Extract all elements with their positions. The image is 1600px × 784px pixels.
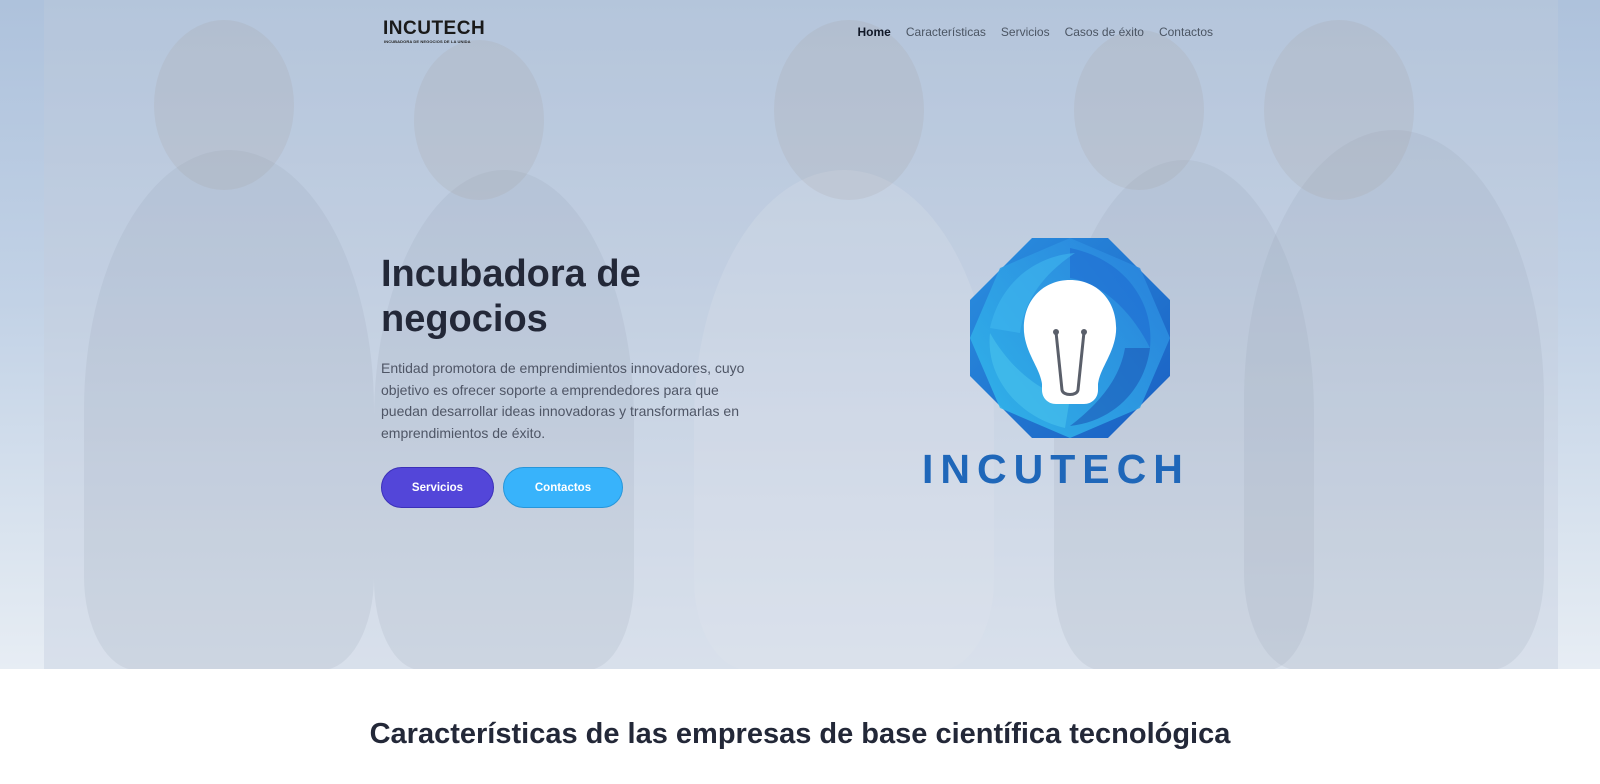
hero-background-photo: [44, 0, 1558, 669]
section-title-caracteristicas: Características de las empresas de base …: [369, 718, 1231, 750]
hero-title: Incubadora de negocios: [381, 253, 641, 340]
contactos-button[interactable]: Contactos: [503, 467, 623, 508]
logo-text: INCUTECH: [383, 18, 486, 39]
lightbulb-icon: [970, 238, 1170, 438]
nav-item-casos-de-exito[interactable]: Casos de éxito: [1065, 24, 1144, 40]
main-menu: Home Características Servicios Casos de …: [858, 24, 1213, 40]
servicios-button[interactable]: Servicios: [381, 467, 494, 508]
top-navigation: INCUTECH INCUBADORA DE NEGOCIOS DE LA UN…: [0, 0, 1600, 64]
nav-item-servicios[interactable]: Servicios: [1001, 24, 1050, 40]
logo-tagline: INCUBADORA DE NEGOCIOS DE LA UNIDA: [384, 39, 471, 44]
photo-overlay: [44, 0, 1558, 669]
nav-item-caracteristicas[interactable]: Características: [906, 24, 986, 40]
nav-item-contactos[interactable]: Contactos: [1159, 24, 1213, 40]
hero-description: Entidad promotora de emprendimientos inn…: [381, 360, 745, 441]
site-logo[interactable]: INCUTECH INCUBADORA DE NEGOCIOS DE LA UN…: [383, 18, 486, 45]
brand-wordmark: INCUTECH: [922, 446, 1190, 492]
hero-section: INCUTECH INCUBADORA DE NEGOCIOS DE LA UN…: [0, 0, 1600, 669]
nav-item-home[interactable]: Home: [858, 24, 891, 40]
